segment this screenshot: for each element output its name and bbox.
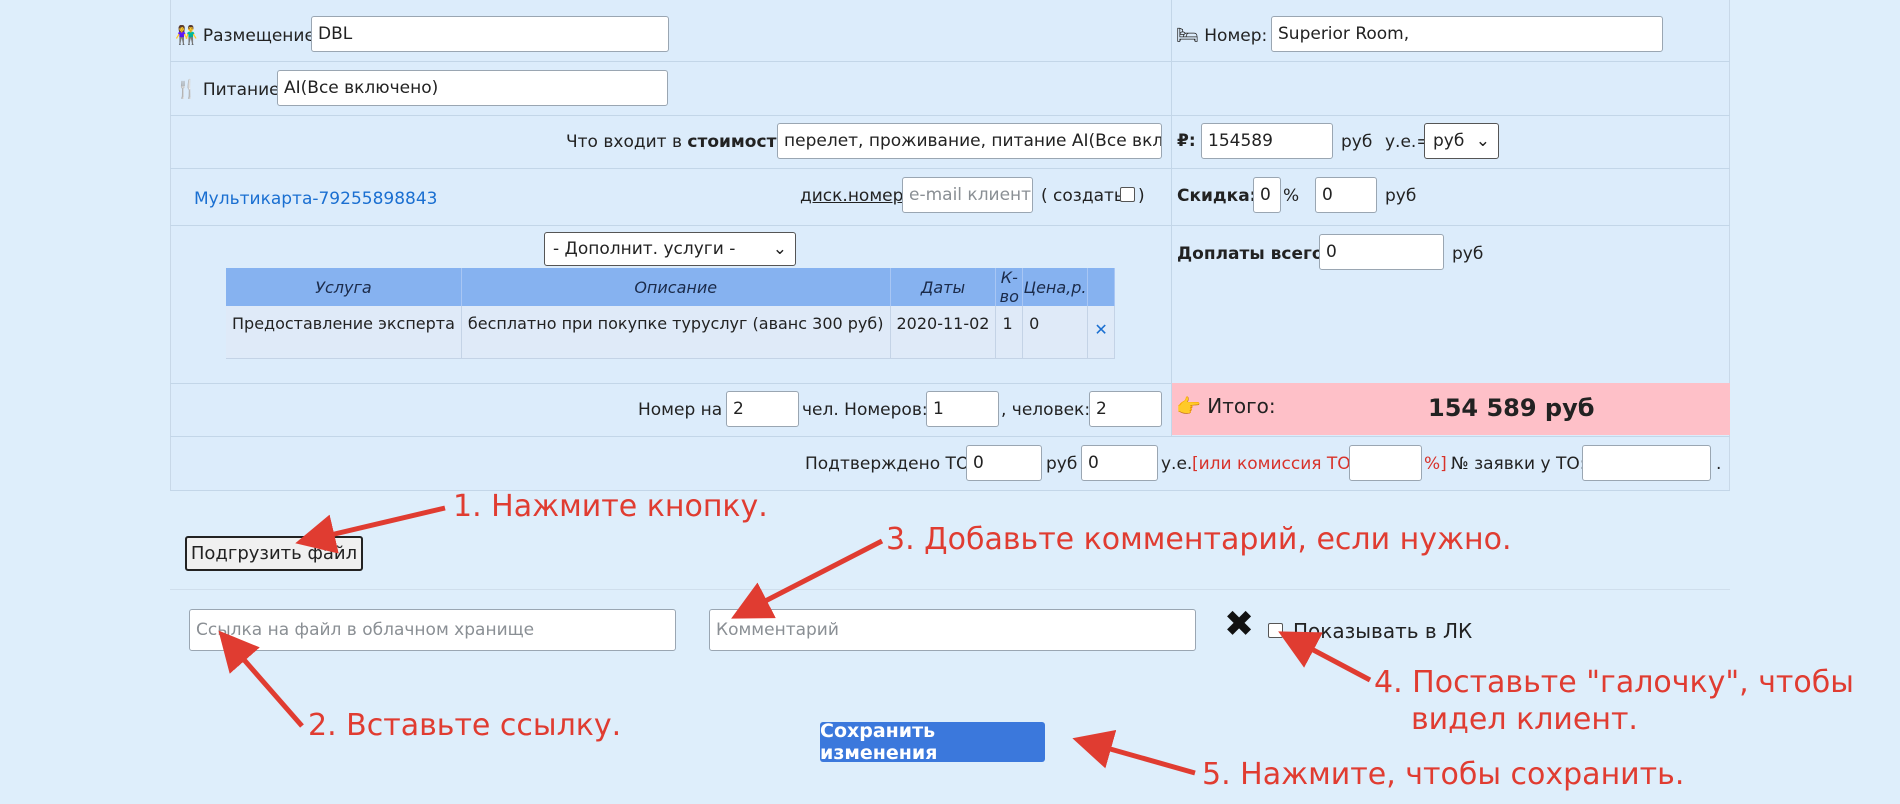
annotation-step4-line2: видел клиент. <box>1411 702 1638 737</box>
annotation-step3: 3. Добавьте комментарий, если нужно. <box>886 522 1512 557</box>
arrow-5 <box>1072 729 1196 776</box>
arrow-3 <box>731 538 884 619</box>
arrow-1 <box>295 505 446 554</box>
annotation-step5: 5. Нажмите, чтобы сохранить. <box>1202 757 1685 792</box>
annotation-step2: 2. Вставьте ссылку. <box>308 708 622 743</box>
arrow-4 <box>1278 631 1372 683</box>
arrow-2 <box>218 630 304 728</box>
annotation-step4-line1: 4. Поставьте "галочку", чтобы <box>1374 665 1854 700</box>
annotation-step1: 1. Нажмите кнопку. <box>453 489 768 524</box>
